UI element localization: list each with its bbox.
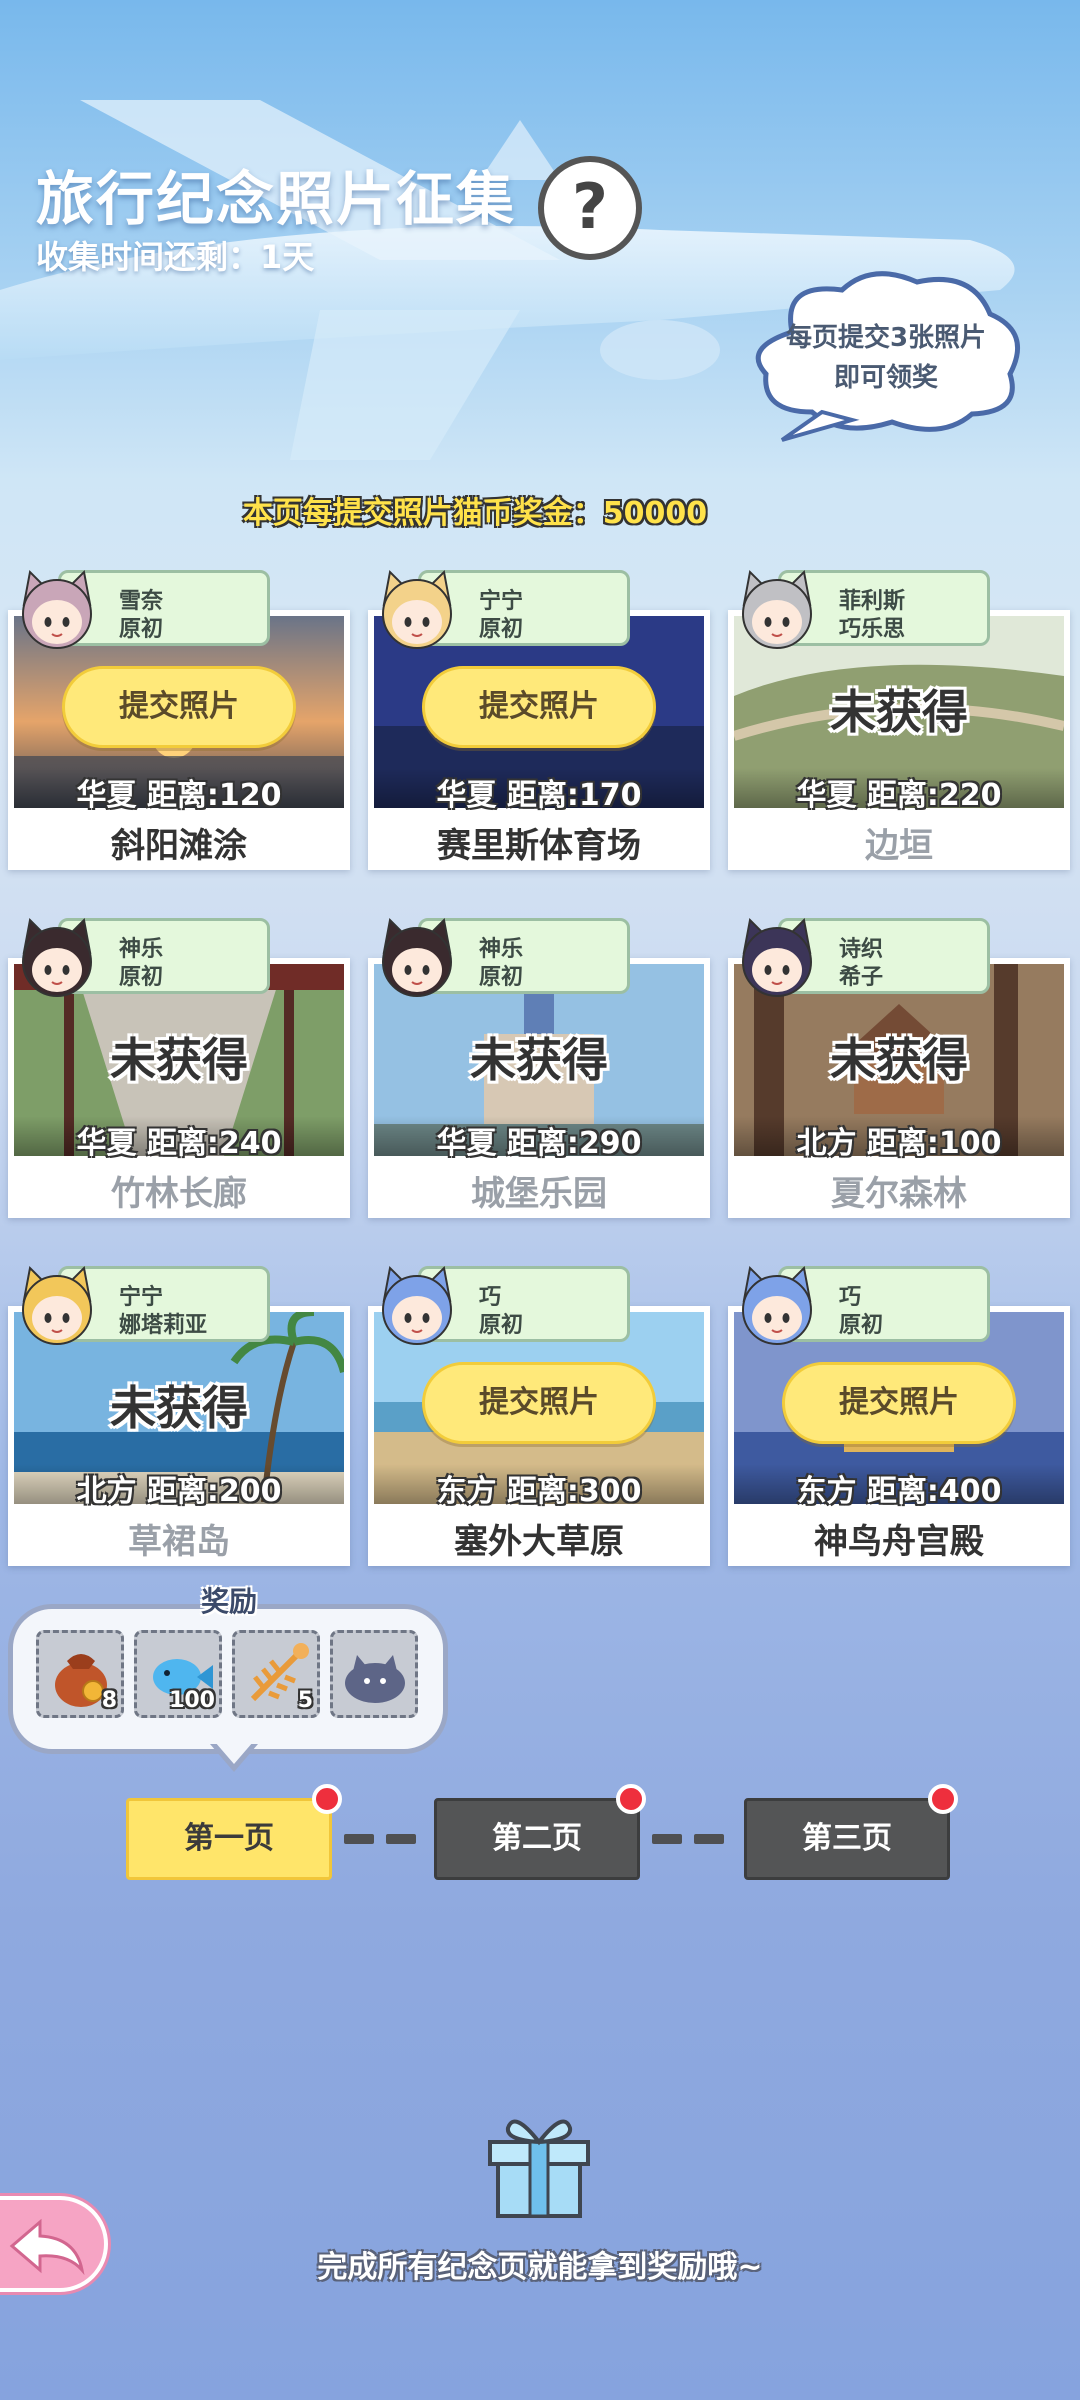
bonus-banner: 本页每提交照片猫币奖金：50000: [242, 496, 708, 531]
reward-qty: 100: [169, 1688, 215, 1713]
notification-dot: [616, 1784, 646, 1814]
reward-qty: 5: [297, 1688, 313, 1713]
location-name: 竹林长廊: [111, 1174, 247, 1214]
character-avatar-icon: [382, 569, 452, 649]
character-avatar-icon: [22, 1265, 92, 1345]
cat-plush-icon: [345, 1655, 405, 1703]
not-obtained-label: 未获得: [110, 1381, 248, 1435]
character-outfit: 原初: [479, 1313, 524, 1338]
character-avatar-icon: [382, 1265, 452, 1345]
pager-dash: [652, 1834, 682, 1844]
pager-dash: [694, 1834, 724, 1844]
distance-label: 北方 距离:200: [76, 1474, 282, 1509]
reward-qty: 8: [101, 1688, 117, 1713]
pager-dash: [344, 1834, 374, 1844]
character-outfit: 娜塔莉亚: [119, 1313, 208, 1338]
time-remaining: 收集时间还剩：1天: [36, 238, 315, 276]
location-name: 赛里斯体育场: [437, 826, 641, 866]
reward-item[interactable]: 8: [36, 1630, 124, 1718]
submit-photo-button[interactable]: 提交照片: [782, 1362, 1016, 1444]
character-avatar-icon: [742, 1265, 812, 1345]
not-obtained-label: 未获得: [470, 1033, 608, 1087]
character-avatar-icon: [742, 569, 812, 649]
character-outfit: 原初: [839, 1313, 884, 1338]
location-name: 夏尔森林: [831, 1174, 967, 1214]
distance-label: 东方 距离:300: [436, 1474, 642, 1509]
photo-card[interactable]: 东方 距离:300 塞外大草原 巧 原初 提交照片: [368, 1265, 710, 1566]
back-arrow-icon: [9, 2218, 85, 2276]
reward-title: 奖励: [200, 1585, 257, 1618]
distance-label: 东方 距离:400: [796, 1474, 1002, 1509]
photo-card[interactable]: 东方 距离:400 神鸟舟宫殿 巧 原初 提交照片: [728, 1265, 1070, 1566]
not-obtained-label: 未获得: [830, 685, 968, 739]
reward-item[interactable]: 100: [134, 1630, 222, 1718]
location-name: 斜阳滩涂: [111, 826, 247, 866]
distance-label: 华夏 距离:240: [76, 1126, 282, 1161]
tab-page-3[interactable]: 第三页: [744, 1798, 950, 1880]
character-outfit: 原初: [119, 965, 164, 990]
character-avatar-icon: [22, 569, 92, 649]
page-title: 旅行纪念照片征集: [36, 165, 517, 233]
notification-dot: [312, 1784, 342, 1814]
photo-card[interactable]: 北方 距离:100 夏尔森林 诗织 希子 未获得: [728, 917, 1070, 1218]
character-avatar-icon: [22, 917, 92, 997]
photo-card[interactable]: 华夏 距离:220 边垣 菲利斯 巧乐思 未获得: [728, 569, 1070, 870]
photo-card[interactable]: 北方 距离:200 草裙岛 宁宁 娜塔莉亚 未获得: [8, 1265, 350, 1566]
submit-photo-button[interactable]: 提交照片: [422, 666, 656, 748]
character-outfit: 原初: [119, 617, 164, 642]
cloud-message: 每页提交3张照片 即可领奖: [736, 318, 1036, 398]
distance-label: 华夏 距离:290: [436, 1126, 642, 1161]
completion-hint: 完成所有纪念页就能拿到奖励哦~: [317, 2250, 763, 2285]
not-obtained-label: 未获得: [110, 1033, 248, 1087]
location-name: 边垣: [865, 826, 933, 866]
photo-card[interactable]: 华夏 距离:290 城堡乐园 神乐 原初 未获得: [368, 917, 710, 1218]
tab-page-2[interactable]: 第二页: [434, 1798, 640, 1880]
tab-page-1[interactable]: 第一页: [126, 1798, 332, 1880]
reward-panel-tail-inner: [215, 1742, 253, 1764]
gift-box-icon[interactable]: [484, 2106, 594, 2220]
distance-label: 北方 距离:100: [796, 1126, 1002, 1161]
character-outfit: 巧乐思: [839, 617, 906, 642]
location-name: 塞外大草原: [454, 1522, 624, 1562]
photo-card[interactable]: 华夏 距离:240 竹林长廊 神乐 原初 未获得: [8, 917, 350, 1218]
photo-card[interactable]: 华夏 距离:120 斜阳滩涂 雪奈 原初 提交照片: [8, 569, 350, 870]
back-button[interactable]: [0, 2196, 108, 2292]
character-outfit: 原初: [479, 965, 524, 990]
cloud-line-2: 即可领奖: [833, 363, 938, 393]
submit-photo-button[interactable]: 提交照片: [422, 1362, 656, 1444]
reward-item[interactable]: 5: [232, 1630, 320, 1718]
photo-card[interactable]: 华夏 距离:170 赛里斯体育场 宁宁 原初 提交照片: [368, 569, 710, 870]
pager-dash: [386, 1834, 416, 1844]
distance-label: 华夏 距离:220: [796, 778, 1002, 813]
location-name: 城堡乐园: [471, 1174, 607, 1214]
character-avatar-icon: [742, 917, 812, 997]
submit-photo-button[interactable]: 提交照片: [62, 666, 296, 748]
location-name: 草裙岛: [128, 1522, 230, 1562]
character-outfit: 原初: [479, 617, 524, 642]
notification-dot: [928, 1784, 958, 1814]
character-avatar-icon: [382, 917, 452, 997]
reward-item[interactable]: [330, 1630, 418, 1718]
cloud-line-1: 每页提交3张照片: [785, 323, 987, 353]
location-name: 神鸟舟宫殿: [814, 1522, 984, 1562]
distance-label: 华夏 距离:120: [76, 778, 282, 813]
distance-label: 华夏 距离:170: [436, 778, 642, 813]
not-obtained-label: 未获得: [830, 1033, 968, 1087]
help-button[interactable]: ?: [538, 156, 642, 260]
character-outfit: 希子: [839, 965, 884, 990]
